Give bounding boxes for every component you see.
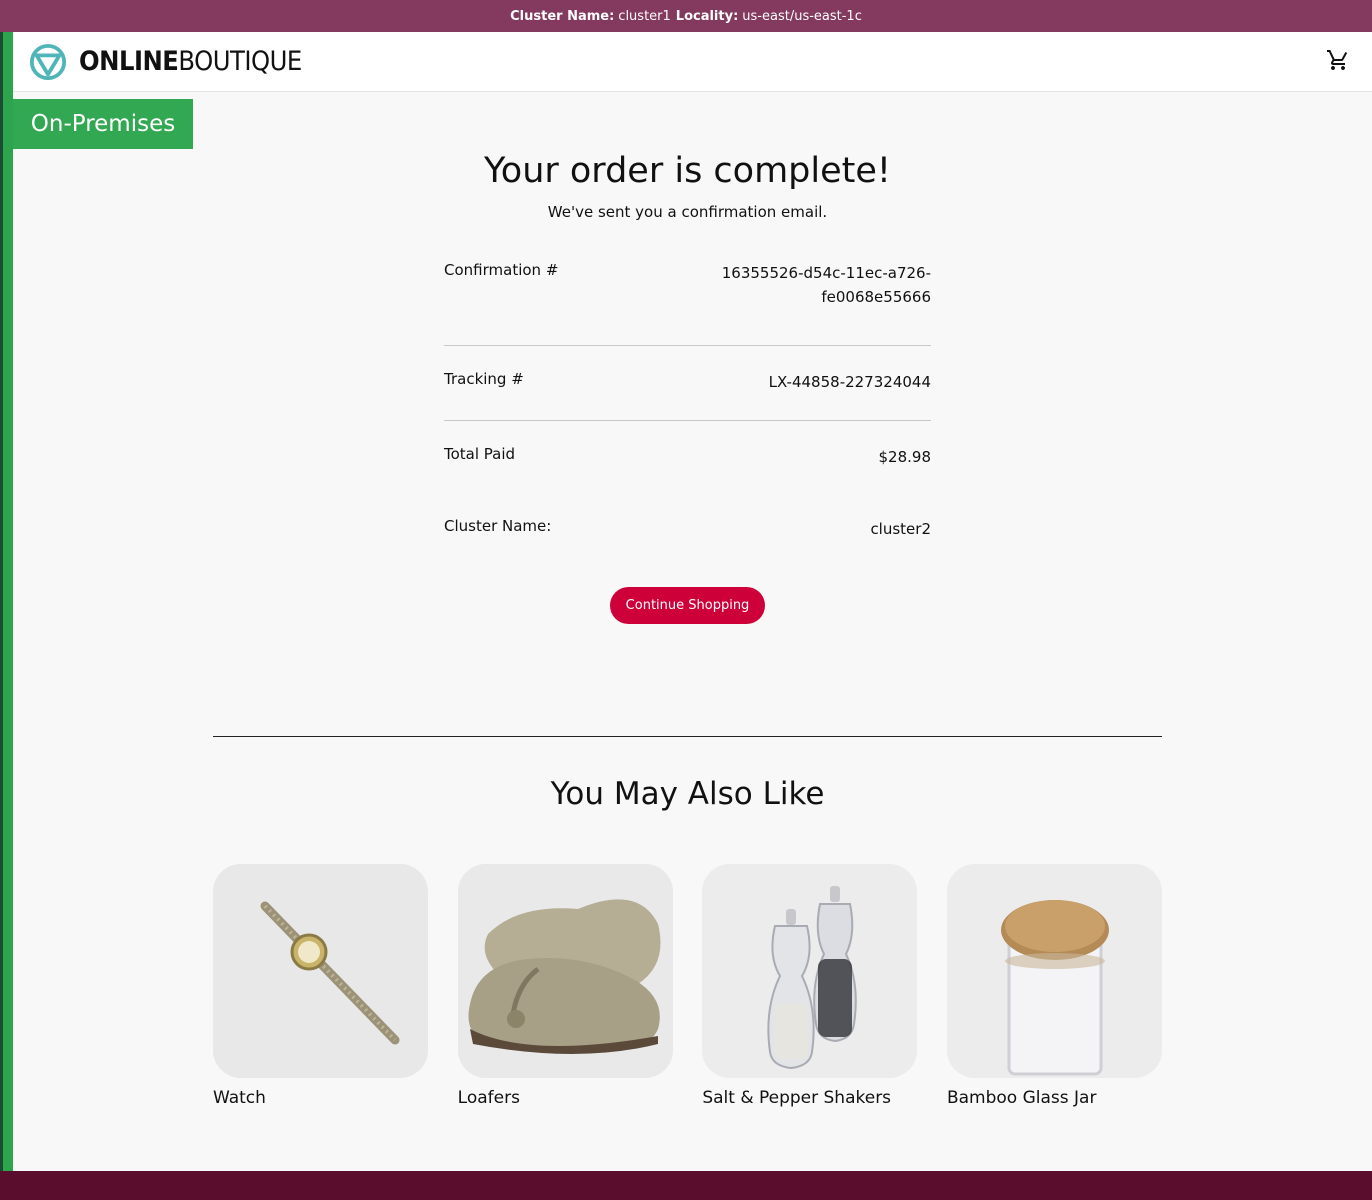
logo-text: ONLINEBOUTIQUE: [79, 48, 302, 75]
confirmation-value-line2: fe0068e55666: [821, 288, 931, 306]
cluster-name-row: Cluster Name: cluster2: [444, 469, 931, 541]
locality-label: Locality:: [675, 8, 739, 24]
tracking-row: Tracking # LX-44858-227324044: [444, 346, 931, 421]
logo-icon: [29, 43, 67, 80]
jar-image[interactable]: [946, 864, 1162, 1078]
locality-value: us-east/us-east-1c: [742, 8, 862, 24]
home-logo-link[interactable]: ONLINEBOUTIQUE: [29, 43, 302, 81]
total-paid-row: Total Paid $28.98: [444, 421, 931, 469]
platform-badge: On-Premises: [13, 99, 193, 149]
section-divider: [213, 736, 1162, 737]
left-color-strip: [0, 0, 13, 1200]
logo-text-bold: ONLINE: [79, 46, 179, 77]
order-subtitle: We've sent you a confirmation email.: [547, 203, 828, 221]
continue-shopping-button[interactable]: Continue Shopping: [609, 587, 766, 624]
shakers-image[interactable]: [702, 864, 918, 1078]
recommendation-name[interactable]: Bamboo Glass Jar: [947, 1088, 1162, 1108]
tracking-label: Tracking #: [444, 370, 524, 388]
watch-image[interactable]: [213, 864, 428, 1078]
cluster-name-value: cluster2: [870, 520, 931, 538]
order-summary: Your order is complete! We've sent you a…: [444, 145, 931, 624]
recommendation-name[interactable]: Loafers: [458, 1088, 673, 1108]
loafers-image[interactable]: [457, 864, 673, 1078]
recommendation-item[interactable]: Watch: [213, 864, 428, 1108]
confirmation-label: Confirmation #: [444, 261, 559, 279]
order-complete-title: Your order is complete!: [484, 151, 891, 191]
recommendation-name[interactable]: Watch: [213, 1088, 428, 1108]
cluster-name-label: Cluster Name:: [444, 517, 552, 535]
recommendation-name[interactable]: Salt & Pepper Shakers: [702, 1088, 917, 1108]
recommendation-item[interactable]: Loafers: [457, 864, 673, 1108]
cart-button[interactable]: [1326, 48, 1350, 76]
confirmation-value-line1: 16355526-d54c-11ec-a726-: [721, 264, 931, 282]
total-paid-value: $28.98: [878, 448, 932, 466]
cluster-label: Cluster Name:: [510, 8, 615, 24]
recommendations-list: Watch Loafers Salt & Pepper Shakers Bamb…: [213, 864, 1162, 1108]
recommendations-title: You May Also Like: [550, 776, 825, 812]
confirmation-row: Confirmation # 16355526-d54c-11ec-a726- …: [444, 261, 931, 346]
recommendation-item[interactable]: Salt & Pepper Shakers: [702, 864, 918, 1108]
confirmation-value: 16355526-d54c-11ec-a726- fe0068e55666: [716, 261, 931, 309]
cart-icon: [1327, 49, 1348, 70]
tracking-value: LX-44858-227324044: [768, 373, 931, 391]
cluster-info-bar: Cluster Name: cluster1 Locality: us-east…: [0, 0, 1372, 32]
logo-text-light: BOUTIQUE: [178, 46, 302, 77]
recommendation-item[interactable]: Bamboo Glass Jar: [946, 864, 1162, 1108]
top-navbar: ONLINEBOUTIQUE: [13, 32, 1372, 92]
cluster-value: cluster1: [618, 8, 671, 24]
footer: [0, 1171, 1372, 1200]
total-paid-label: Total Paid: [444, 445, 516, 463]
